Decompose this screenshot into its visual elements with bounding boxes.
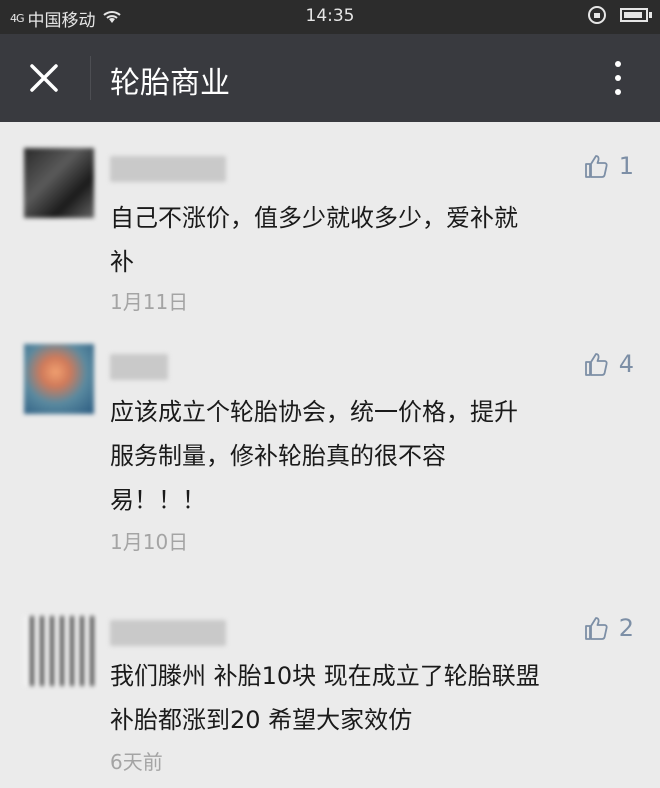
like-count: 2	[618, 614, 634, 642]
like-button[interactable]: 2	[583, 614, 634, 642]
status-bar: 4G 中国移动 14:35	[0, 0, 660, 34]
nav-divider	[90, 56, 91, 100]
more-vertical-icon-dot	[615, 89, 621, 95]
divider	[0, 580, 660, 581]
thumbs-up-icon	[584, 617, 608, 640]
comment-date: 6天前	[110, 750, 163, 774]
like-count: 1	[618, 152, 634, 180]
rotation-lock-icon	[588, 6, 606, 24]
avatar[interactable]	[24, 148, 94, 218]
like-count: 4	[618, 350, 634, 378]
close-button[interactable]	[20, 54, 68, 102]
comment-text: 自己不涨价，值多少就收多少，爱补就 补	[110, 204, 518, 276]
page-title: 轮胎商业	[110, 66, 230, 101]
battery-icon	[620, 8, 652, 22]
avatar[interactable]	[24, 616, 94, 686]
nav-bar: 轮胎商业	[0, 34, 660, 122]
status-time: 14:35	[305, 6, 355, 26]
more-vertical-icon	[615, 61, 621, 67]
thumbs-up-icon	[584, 155, 608, 178]
avatar[interactable]	[24, 344, 94, 414]
nickname[interactable]	[110, 156, 226, 182]
like-button[interactable]: 1	[583, 152, 634, 180]
comment-date: 1月10日	[110, 530, 189, 554]
more-button[interactable]	[606, 54, 630, 102]
close-icon	[30, 64, 58, 92]
thumbs-up-icon	[584, 353, 608, 376]
comment-date: 1月11日	[110, 290, 189, 314]
status-right	[588, 6, 652, 24]
more-vertical-icon-dot	[615, 75, 621, 81]
nickname[interactable]	[110, 620, 226, 646]
nickname[interactable]	[110, 354, 168, 380]
like-button[interactable]: 4	[583, 350, 634, 378]
comment-text: 应该成立个轮胎协会，统一价格，提升 服务制量，修补轮胎真的很不容 易！！！	[110, 398, 518, 514]
comment-text: 我们滕州 补胎10块 现在成立了轮胎联盟 补胎都涨到20 希望大家效仿	[110, 662, 540, 734]
